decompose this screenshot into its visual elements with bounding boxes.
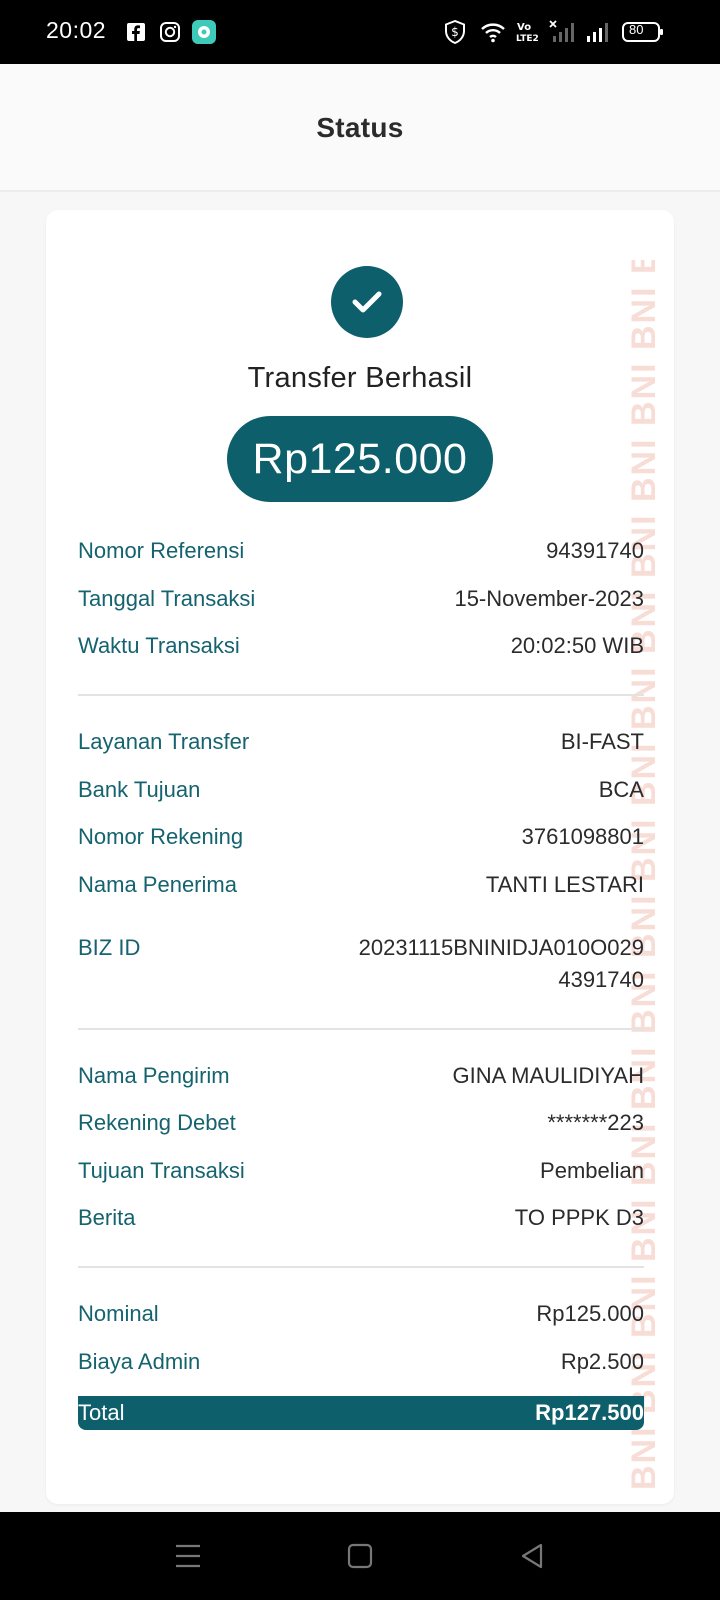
detail-value: *******223 <box>547 1110 644 1135</box>
total-value: Rp127.500 <box>535 1400 644 1425</box>
divider <box>78 1266 644 1268</box>
detail-value: 15-November-2023 <box>454 586 644 611</box>
detail-value: 3761098801 <box>521 824 644 849</box>
total-label: Total <box>78 1400 125 1425</box>
instagram-icon <box>159 20 181 44</box>
detail-value: TO PPPK D3 <box>514 1205 644 1230</box>
detail-value: BI-FAST <box>560 729 644 754</box>
signal-icon <box>584 20 612 44</box>
detail-label: Layanan Transfer <box>78 729 250 754</box>
detail-value: TANTI LESTARI <box>485 872 644 897</box>
system-nav-bar <box>0 1512 720 1600</box>
hamburger-menu-icon <box>176 1544 200 1568</box>
back-triangle-icon <box>521 1543 543 1569</box>
battery-level: 80 <box>629 22 644 37</box>
svg-text:$: $ <box>451 25 459 39</box>
detail-label: Berita <box>78 1205 136 1230</box>
detail-label: Tujuan Transaksi <box>78 1158 245 1183</box>
detail-label: Bank Tujuan <box>78 777 201 802</box>
success-check-icon <box>331 266 403 338</box>
detail-value: BCA <box>598 777 644 802</box>
biz-id-line-2: 4391740 <box>558 967 644 992</box>
clock: 20:02 <box>46 17 107 43</box>
page-title: Status <box>316 112 404 143</box>
svg-text:LTE2: LTE2 <box>516 34 539 44</box>
menu-button[interactable] <box>170 1538 206 1574</box>
volte-icon: Vo LTE2 <box>514 20 542 44</box>
shield-dollar-icon: $ <box>444 20 466 44</box>
detail-label: Nominal <box>78 1301 159 1326</box>
detail-value: 20231115BNINIDJA010O029 4391740 <box>359 935 644 993</box>
status-bar: 20:02 $ Vo LTE2 80 <box>0 0 720 64</box>
divider <box>78 1028 644 1030</box>
svg-text:Vo: Vo <box>517 22 531 33</box>
total-row: Total Rp127.500 <box>78 1396 644 1430</box>
detail-label: BIZ ID <box>78 935 141 960</box>
detail-label: Biaya Admin <box>78 1349 201 1374</box>
detail-value: Rp125.000 <box>536 1301 644 1326</box>
detail-label: Waktu Transaksi <box>78 633 240 658</box>
detail-label: Nomor Referensi <box>78 538 245 563</box>
home-button[interactable] <box>342 1538 378 1574</box>
home-square-icon <box>347 1543 373 1569</box>
page-header: Status <box>0 64 720 192</box>
facebook-icon <box>126 20 146 44</box>
detail-row-biz-id: BIZ ID 20231115BNINIDJA010O029 4391740 <box>78 935 644 999</box>
wifi-icon <box>480 20 506 44</box>
result-title: Transfer Berhasil <box>247 362 473 394</box>
detail-value: Pembelian <box>540 1158 644 1183</box>
receipt-card: BNI BNI BNI BNI BNI BNI BNI BNI BNI BNI … <box>46 210 674 1504</box>
back-button[interactable] <box>514 1538 550 1574</box>
app-notification-icon <box>192 20 216 44</box>
battery-icon: 80 <box>622 20 664 44</box>
signal-no-service-icon <box>549 20 577 44</box>
biz-id-line-1: 20231115BNINIDJA010O029 <box>358 935 644 960</box>
divider <box>78 694 644 696</box>
detail-label: Nama Pengirim <box>78 1063 230 1088</box>
detail-label: Rekening Debet <box>78 1110 236 1135</box>
detail-label: Nama Penerima <box>78 872 237 897</box>
detail-label: Tanggal Transaksi <box>78 586 256 611</box>
detail-value: 20:02:50 WIB <box>510 633 644 658</box>
detail-value: GINA MAULIDIYAH <box>452 1063 644 1088</box>
transfer-amount: Rp125.000 <box>227 416 493 502</box>
detail-value: 94391740 <box>546 538 644 563</box>
detail-label: Nomor Rekening <box>78 824 244 849</box>
detail-value: Rp2.500 <box>560 1349 644 1374</box>
